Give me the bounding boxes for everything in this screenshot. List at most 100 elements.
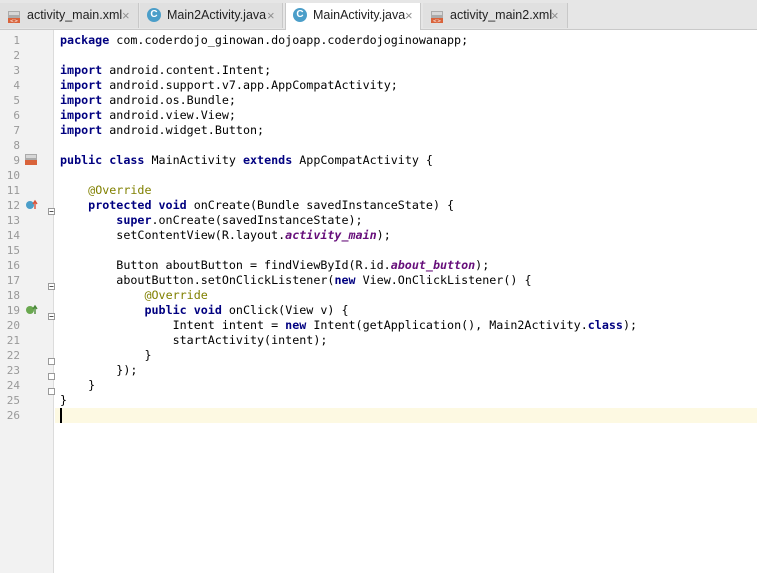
code-text: }: [60, 378, 95, 393]
fold-end-icon[interactable]: [48, 382, 55, 395]
code-line[interactable]: setContentView(R.layout.activity_main);: [55, 228, 757, 243]
code-line[interactable]: aboutButton.setOnClickListener(new View.…: [55, 273, 757, 288]
code-line[interactable]: [55, 138, 757, 153]
current-code-line[interactable]: [55, 408, 757, 423]
keyword-token: import: [60, 93, 103, 107]
code-line[interactable]: package com.coderdojo_ginowan.dojoapp.co…: [55, 33, 757, 48]
keyword-token: new: [285, 318, 307, 332]
code-line[interactable]: super.onCreate(savedInstanceState);: [55, 213, 757, 228]
code-text: import android.os.Bundle;: [60, 93, 236, 108]
field-token: about_button: [390, 258, 476, 272]
fold-collapse-icon[interactable]: [48, 277, 55, 290]
code-line[interactable]: [55, 48, 757, 63]
line-number: 3: [13, 64, 20, 77]
code-text: public class MainActivity extends AppCom…: [60, 153, 433, 168]
code-text: startActivity(intent);: [60, 333, 328, 348]
code-line[interactable]: Button aboutButton = findViewById(R.id.a…: [55, 258, 757, 273]
keyword-token: import: [60, 123, 103, 137]
code-editor[interactable]: 1 2 3 4 5 6 7 8 9 10 11 12 13 14 15 16 17 18 19 20 21 22 23 24 2…: [0, 30, 757, 573]
code-token: AppCompatActivity {: [292, 153, 433, 167]
keyword-token: protected void: [88, 198, 187, 212]
code-line[interactable]: [55, 168, 757, 183]
override-method-icon[interactable]: [25, 198, 39, 210]
editor-tab-bar: <> activity_main.xml × C Main2Activity.j…: [0, 0, 757, 30]
line-number: 24: [6, 379, 20, 392]
annotation-token: @Override: [144, 288, 208, 302]
code-text: setContentView(R.layout.activity_main);: [60, 228, 391, 243]
code-token: View.OnClickListener() {: [355, 273, 532, 287]
annotation-token: @Override: [88, 183, 152, 197]
code-line[interactable]: Intent intent = new Intent(getApplicatio…: [55, 318, 757, 333]
java-class-icon: C: [293, 8, 307, 22]
java-class-icon: C: [147, 8, 161, 22]
code-line[interactable]: import android.os.Bundle;: [55, 93, 757, 108]
code-text: package com.coderdojo_ginowan.dojoapp.co…: [60, 33, 468, 48]
code-text: }: [60, 348, 151, 363]
tab-label: MainActivity.java: [313, 8, 406, 22]
code-line[interactable]: import android.widget.Button;: [55, 123, 757, 138]
fold-end-icon[interactable]: [48, 352, 55, 365]
line-number-gutter: 1 2 3 4 5 6 7 8 9 10 11 12 13 14 15 16 17 18 19 20 21 22 23 24 2…: [0, 30, 55, 573]
tab-label: Main2Activity.java: [167, 8, 267, 22]
code-token: android.content.Intent;: [102, 63, 272, 77]
code-line[interactable]: }: [55, 348, 757, 363]
tab-close-icon[interactable]: ×: [267, 3, 275, 28]
tab-close-icon[interactable]: ×: [405, 3, 413, 28]
code-text: aboutButton.setOnClickListener(new View.…: [60, 273, 531, 288]
code-line[interactable]: public class MainActivity extends AppCom…: [55, 153, 757, 168]
code-token: }: [60, 348, 152, 362]
keyword-token: public void: [144, 303, 222, 317]
implement-method-icon[interactable]: [25, 303, 39, 315]
code-line[interactable]: public void onClick(View v) {: [55, 303, 757, 318]
code-line[interactable]: import android.view.View;: [55, 108, 757, 123]
tab-close-icon[interactable]: ×: [551, 3, 559, 28]
code-token: aboutButton.setOnClickListener(: [60, 273, 335, 287]
line-number: 14: [6, 229, 20, 242]
code-text: }: [60, 393, 67, 408]
xml-layout-icon: <>: [430, 8, 444, 25]
code-line[interactable]: import android.support.v7.app.AppCompatA…: [55, 78, 757, 93]
xml-layout-icon: <>: [7, 8, 21, 25]
code-text: @Override: [60, 183, 152, 198]
code-text-area[interactable]: package com.coderdojo_ginowan.dojoapp.co…: [55, 30, 757, 573]
line-number: 7: [13, 124, 20, 137]
code-line[interactable]: }: [55, 378, 757, 393]
code-token: android.support.v7.app.AppCompatActivity…: [102, 78, 398, 92]
tab-activity-main-xml[interactable]: <> activity_main.xml ×: [0, 3, 139, 28]
line-number: 2: [13, 49, 20, 62]
tab-activity-main2-xml[interactable]: <> activity_main2.xml ×: [423, 3, 568, 28]
code-line[interactable]: import android.content.Intent;: [55, 63, 757, 78]
tab-label: activity_main2.xml: [450, 8, 553, 22]
fold-collapse-icon[interactable]: [48, 307, 55, 320]
class-layout-icon[interactable]: [25, 153, 39, 165]
line-number: 18: [6, 289, 20, 302]
code-token: com.coderdojo_ginowan.dojoapp.coderdojog…: [109, 33, 469, 47]
code-line[interactable]: [55, 243, 757, 258]
line-number: 13: [6, 214, 20, 227]
code-text: });: [60, 363, 137, 378]
code-line[interactable]: @Override: [55, 183, 757, 198]
code-line[interactable]: @Override: [55, 288, 757, 303]
code-line[interactable]: });: [55, 363, 757, 378]
code-line[interactable]: startActivity(intent);: [55, 333, 757, 348]
code-token: );: [376, 228, 391, 242]
code-line[interactable]: }: [55, 393, 757, 408]
code-token: onClick(View v) {: [221, 303, 349, 317]
code-token: MainActivity: [144, 153, 243, 167]
line-number: 11: [6, 184, 20, 197]
code-token: setContentView(R.layout.: [60, 228, 286, 242]
tab-close-icon[interactable]: ×: [122, 3, 130, 28]
keyword-token: extends: [242, 153, 293, 167]
tab-main2activity-java[interactable]: C Main2Activity.java ×: [140, 3, 283, 28]
line-number: 4: [13, 79, 20, 92]
tab-mainactivity-java[interactable]: C MainActivity.java ×: [285, 3, 421, 30]
code-line[interactable]: protected void onCreate(Bundle savedInst…: [55, 198, 757, 213]
fold-collapse-icon[interactable]: [48, 202, 55, 215]
line-number: 22: [6, 349, 20, 362]
line-number: 12: [6, 199, 20, 212]
fold-end-icon[interactable]: [48, 367, 55, 380]
code-token: android.widget.Button;: [102, 123, 265, 137]
